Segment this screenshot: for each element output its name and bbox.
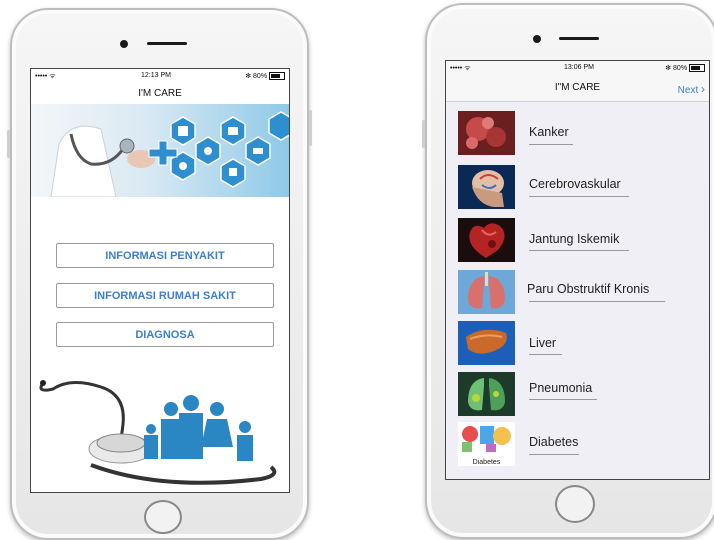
pneumonia-label: Pneumonia bbox=[529, 381, 593, 395]
clock: 12:13 PM bbox=[141, 72, 171, 79]
battery-icon bbox=[269, 72, 285, 81]
nav-bar: I"M CARE Next › bbox=[446, 75, 709, 102]
stethoscope-family-illustration bbox=[39, 380, 277, 485]
status-bar: ••••• ᯤ 13:06 PM ✻ 80% bbox=[446, 61, 709, 75]
list-item-cerebrovaskular[interactable]: Cerebrovaskular bbox=[446, 165, 709, 215]
liver-underline bbox=[529, 354, 562, 355]
jantung-iskemik-label: Jantung Iskemik bbox=[529, 232, 620, 246]
paru-underline bbox=[529, 301, 665, 302]
right-screen: ••••• ᯤ 13:06 PM ✻ 80% I"M CARE Next › K… bbox=[445, 60, 710, 480]
diabetes-thumbnail: Diabetes bbox=[458, 422, 515, 466]
earpiece-speaker bbox=[559, 37, 599, 40]
next-label: Next bbox=[677, 85, 699, 96]
status-bar: ••••• ᯤ 12:13 PM ✻ 80% bbox=[31, 69, 289, 83]
kanker-thumbnail bbox=[458, 111, 515, 155]
cerebrovaskular-thumbnail bbox=[458, 165, 515, 209]
front-camera bbox=[120, 40, 128, 48]
next-button[interactable]: Next › bbox=[678, 82, 705, 96]
carrier-signal: ••••• ᯤ bbox=[35, 73, 56, 80]
informasi-rumah-sakit-button[interactable]: INFORMASI RUMAH SAKIT bbox=[56, 283, 274, 308]
app-title: I'M CARE bbox=[138, 88, 182, 99]
list-item-liver[interactable]: Liver bbox=[446, 321, 709, 371]
diabetes-thumb-caption: Diabetes bbox=[472, 459, 501, 466]
battery-icon bbox=[689, 64, 705, 73]
battery-indicator: ✻ 80% bbox=[665, 64, 705, 73]
diagnosa-button[interactable]: DIAGNOSA bbox=[56, 322, 274, 347]
earpiece-speaker bbox=[147, 42, 187, 45]
kanker-underline bbox=[529, 144, 573, 145]
diabetes-collage bbox=[462, 426, 511, 452]
jantung-iskemik-thumbnail bbox=[458, 218, 515, 262]
app-title: I"M CARE bbox=[554, 82, 601, 93]
front-camera bbox=[533, 35, 541, 43]
paru-thumbnail bbox=[458, 270, 515, 314]
chevron-right-icon: › bbox=[701, 82, 705, 96]
home-button[interactable] bbox=[144, 500, 182, 534]
home-button[interactable] bbox=[555, 485, 595, 523]
right-phone-frame: ••••• ᯤ 13:06 PM ✻ 80% I"M CARE Next › K… bbox=[422, 3, 714, 539]
list-item-kanker[interactable]: Kanker bbox=[446, 111, 709, 161]
battery-percent: ✻ 80% bbox=[245, 73, 268, 80]
liver-label: Liver bbox=[529, 336, 557, 350]
cerebrovaskular-label: Cerebrovaskular bbox=[529, 177, 621, 191]
list-item-jantung-iskemik[interactable]: Jantung Iskemik bbox=[446, 218, 709, 268]
cerebrovaskular-underline bbox=[529, 196, 629, 197]
power-button bbox=[309, 110, 312, 146]
paru-obstruktif-kronis-label: Paru Obstruktif Kronis bbox=[527, 282, 650, 296]
volume-button bbox=[422, 120, 425, 148]
pneumonia-thumbnail bbox=[458, 372, 515, 416]
battery-percent: ✻ 80% bbox=[665, 65, 688, 72]
volume-button bbox=[7, 130, 10, 158]
list-item-pneumonia[interactable]: Pneumonia bbox=[446, 372, 709, 422]
list-item-diabetes[interactable]: Diabetes Diabetes bbox=[446, 420, 709, 470]
carrier-signal: ••••• ᯤ bbox=[450, 65, 471, 72]
battery-indicator: ✻ 80% bbox=[245, 72, 285, 81]
left-phone-frame: ••••• ᯤ 12:13 PM ✻ 80% I'M CARE INFORMAS… bbox=[7, 8, 312, 540]
liver-thumbnail bbox=[458, 321, 515, 365]
jantung-iskemik-underline bbox=[529, 250, 629, 251]
diabetes-underline bbox=[529, 454, 579, 455]
informasi-penyakit-button[interactable]: INFORMASI PENYAKIT bbox=[56, 243, 274, 268]
clock: 13:06 PM bbox=[564, 64, 594, 71]
kanker-label: Kanker bbox=[529, 125, 569, 139]
banner-image bbox=[31, 104, 289, 197]
diabetes-label: Diabetes bbox=[529, 435, 579, 449]
left-screen: ••••• ᯤ 12:13 PM ✻ 80% I'M CARE INFORMAS… bbox=[30, 68, 290, 493]
pneumonia-underline bbox=[529, 399, 597, 400]
list-item-paru-obstruktif-kronis[interactable]: Paru Obstruktif Kronis bbox=[446, 270, 709, 320]
